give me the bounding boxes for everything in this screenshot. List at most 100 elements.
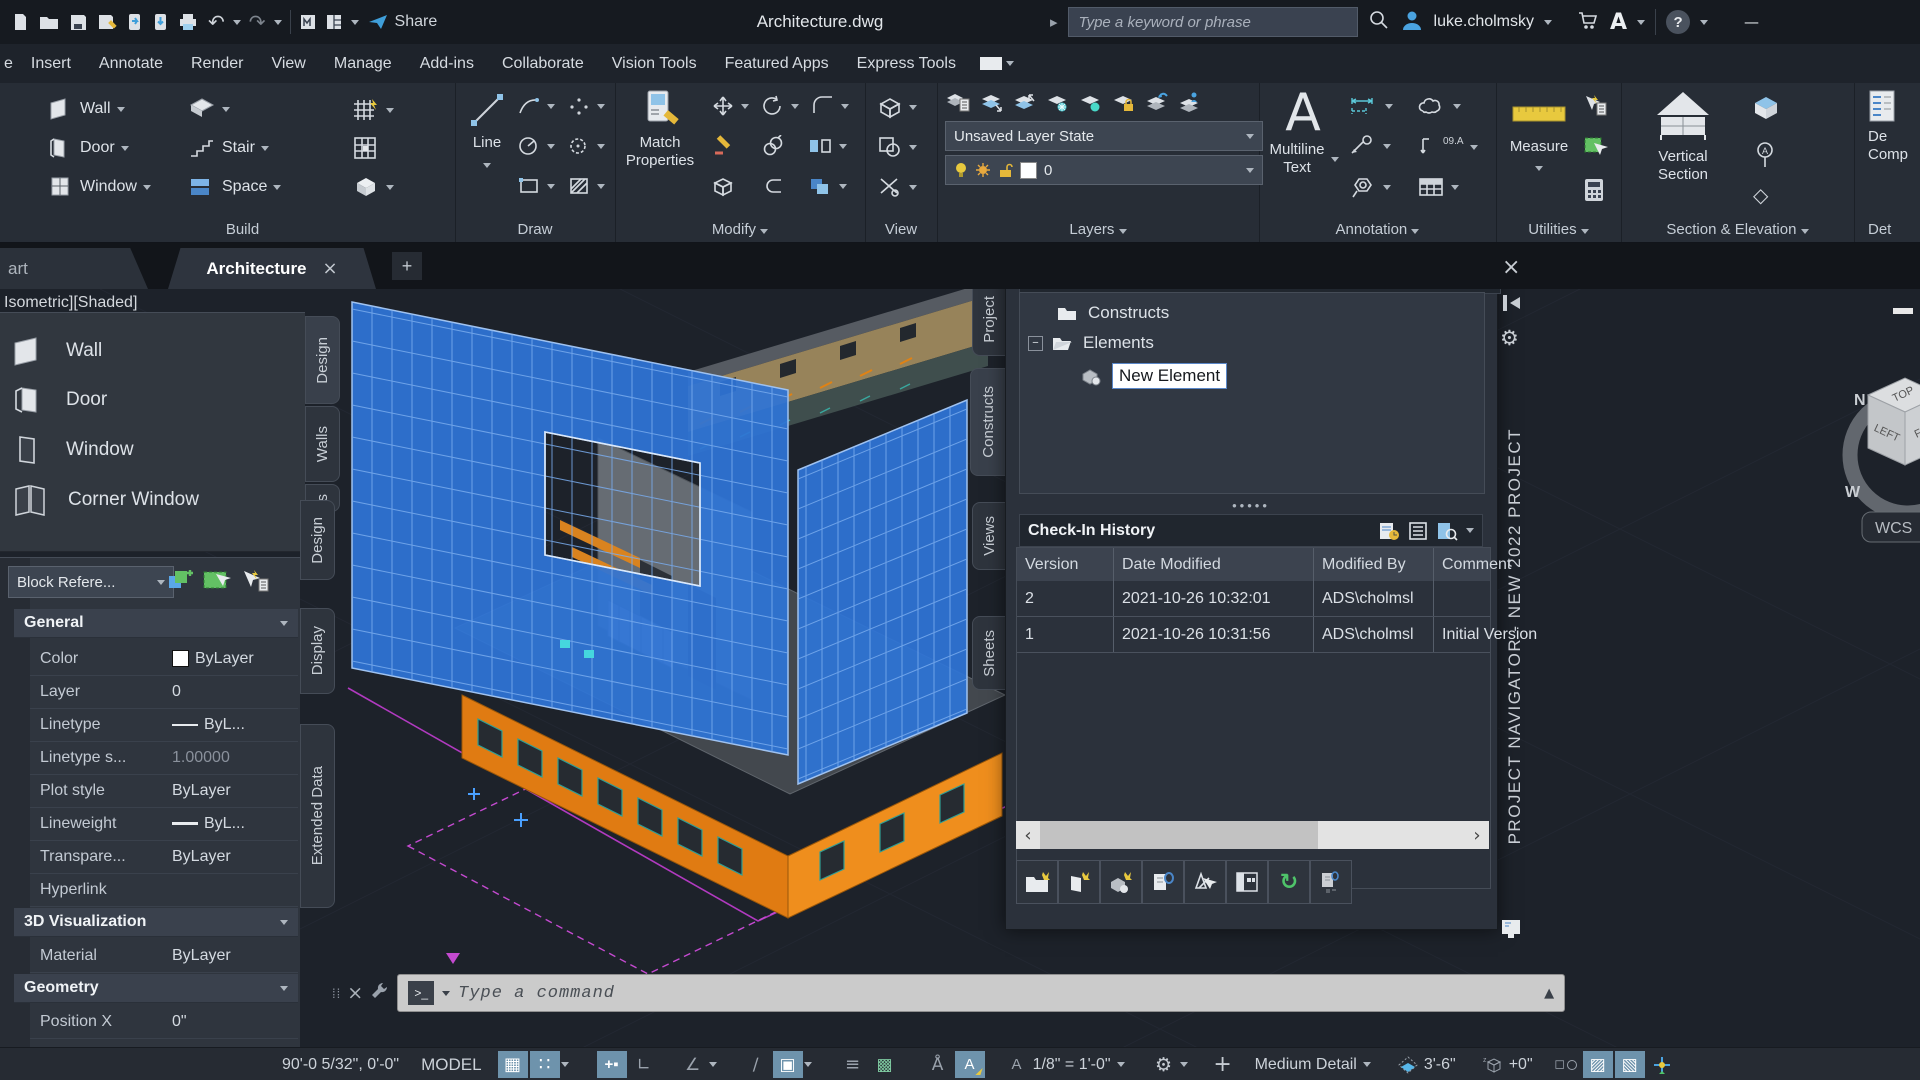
- cut-plane-icon[interactable]: [1393, 1051, 1423, 1078]
- help-icon[interactable]: ?: [1666, 10, 1690, 34]
- prop-row-layer[interactable]: Layer 0: [30, 675, 298, 709]
- properties-tab-extended-data[interactable]: Extended Data: [300, 724, 335, 908]
- layer-walk-icon[interactable]: [1178, 91, 1202, 117]
- layer-state-combo[interactable]: Unsaved Layer State: [945, 121, 1263, 151]
- grid-toggle[interactable]: [498, 1051, 528, 1078]
- column-grid-tool[interactable]: [350, 97, 394, 123]
- tab-manage[interactable]: Manage: [320, 44, 406, 83]
- model-space-button[interactable]: MODEL: [421, 1055, 481, 1075]
- panel-annotation-label[interactable]: Annotation: [1259, 221, 1496, 238]
- pn-horizontal-scrollbar[interactable]: [1016, 821, 1489, 849]
- line-tool[interactable]: Line: [463, 91, 511, 173]
- polar-tracking-toggle[interactable]: [678, 1051, 708, 1078]
- viewcube[interactable]: W N TOP LEFT FRO WCS: [1845, 308, 1920, 542]
- checkin-options-dropdown[interactable]: [1466, 528, 1474, 533]
- panel-modify-label[interactable]: Modify: [615, 221, 865, 238]
- repath-button[interactable]: [1310, 860, 1352, 904]
- panel-section-elevation-label[interactable]: Section & Elevation: [1621, 221, 1854, 238]
- pn-close-icon[interactable]: [1502, 254, 1520, 280]
- autoscale-toggle[interactable]: A: [955, 1051, 985, 1078]
- apps-dropdown[interactable]: [1637, 20, 1645, 25]
- prop-row-material[interactable]: Material ByLayer: [30, 939, 298, 973]
- annotation-monitor-toggle[interactable]: [1208, 1051, 1238, 1078]
- fillet-tool[interactable]: [811, 95, 849, 117]
- workspace-dropdown[interactable]: [1180, 1062, 1188, 1067]
- new-drawing-tab-button[interactable]: +: [392, 252, 422, 280]
- tree-item-elements[interactable]: − Elements: [1028, 333, 1154, 353]
- stair-tool[interactable]: Stair: [188, 136, 269, 160]
- new-project-button[interactable]: [1016, 860, 1058, 904]
- offset-tool[interactable]: [761, 135, 787, 157]
- select-similar-tool[interactable]: [1582, 135, 1608, 159]
- erase-tool[interactable]: [711, 135, 735, 157]
- tool-palette-tab-design[interactable]: Design: [305, 316, 340, 404]
- rectangle-tool[interactable]: [517, 175, 555, 197]
- panel-build-label[interactable]: Build: [30, 221, 455, 238]
- viewport-controls-label[interactable]: Isometric][Shaded]: [4, 294, 137, 312]
- window-tool[interactable]: Window: [48, 175, 151, 199]
- palette-properties-button[interactable]: [1226, 860, 1268, 904]
- close-drawing-tab-icon[interactable]: [323, 258, 338, 279]
- pn-properties-gear-icon[interactable]: [1500, 326, 1519, 350]
- object-snap-toggle[interactable]: [773, 1051, 803, 1078]
- door-tool[interactable]: Door: [48, 136, 129, 160]
- history-row[interactable]: 2 2021-10-26 10:32:01 ADS\cholmsl: [1017, 581, 1490, 617]
- detail-level-dropdown[interactable]: [1363, 1062, 1371, 1067]
- tab-annotate[interactable]: Annotate: [85, 44, 177, 83]
- layer-lock-fade-icon[interactable]: [1112, 91, 1136, 117]
- prop-row-color[interactable]: Color ByLayer: [30, 642, 298, 676]
- panel-details-label[interactable]: Det: [1854, 221, 1920, 238]
- enhanced-grid-tool[interactable]: [352, 136, 378, 160]
- pn-display-icon[interactable]: [1500, 918, 1526, 946]
- command-drag-handle[interactable]: ⁞⁞: [332, 986, 341, 1001]
- layer-properties-icon[interactable]: [945, 91, 971, 117]
- snap-dropdown[interactable]: [561, 1062, 569, 1067]
- palette-window-tool[interactable]: Window: [10, 434, 134, 466]
- redo-dropdown[interactable]: [274, 20, 282, 25]
- redo-button[interactable]: [249, 7, 266, 37]
- dimension-tool[interactable]: [1349, 95, 1393, 117]
- scale-dropdown[interactable]: [1117, 1062, 1125, 1067]
- roof-slab-tool[interactable]: [188, 97, 230, 121]
- match-properties-tool[interactable]: Match Properties: [621, 89, 699, 170]
- elevation-value[interactable]: +0": [1509, 1056, 1533, 1074]
- box-tool[interactable]: [352, 175, 394, 199]
- panel-layers-label[interactable]: Layers: [937, 221, 1259, 238]
- checkin-search-icon[interactable]: [1436, 521, 1458, 541]
- object-type-combo[interactable]: Block Refere...: [8, 566, 174, 598]
- section-general[interactable]: General: [14, 609, 298, 638]
- calculator-tool[interactable]: [1582, 177, 1606, 203]
- pn-splitter[interactable]: •••••: [1019, 498, 1483, 512]
- attach-element-button[interactable]: [1142, 860, 1184, 904]
- annotation-visibility-toggle[interactable]: [923, 1051, 953, 1078]
- user-dropdown[interactable]: [1544, 20, 1552, 25]
- col-version[interactable]: Version: [1017, 548, 1114, 581]
- save-to-web-button[interactable]: [152, 7, 170, 37]
- search-input[interactable]: [1068, 7, 1358, 37]
- ribbon-display-toggle[interactable]: [980, 57, 1014, 70]
- tab-featured-apps[interactable]: Featured Apps: [711, 44, 843, 83]
- ucs-tool[interactable]: [877, 135, 917, 159]
- section-box-tool[interactable]: [1749, 91, 1783, 121]
- prop-row-hyperlink[interactable]: Hyperlink: [30, 873, 298, 907]
- prop-row-lineweight[interactable]: Lineweight ByL...: [30, 807, 298, 841]
- move-tool[interactable]: [711, 95, 749, 117]
- tab-insert[interactable]: Insert: [17, 44, 85, 83]
- layer-freeze-icon[interactable]: [1046, 91, 1070, 117]
- palette-door-tool[interactable]: Door: [10, 384, 107, 416]
- palette-corner-window-tool[interactable]: Corner Window: [10, 483, 199, 517]
- pn-vertical-title[interactable]: PROJECT NAVIGATOR - NEW 2022 PROJECT: [1498, 360, 1532, 912]
- tab-express-tools[interactable]: Express Tools: [843, 44, 970, 83]
- workspace-gear-icon[interactable]: [1149, 1051, 1179, 1078]
- elevation-mark-a-tool[interactable]: A: [1753, 141, 1777, 169]
- command-input-bar[interactable]: >_ Type a command: [397, 974, 1565, 1012]
- checkin-dwg-icon[interactable]: [1378, 521, 1400, 541]
- tab-view[interactable]: View: [257, 44, 319, 83]
- tag-tool[interactable]: [1349, 175, 1391, 199]
- space-tool[interactable]: Space: [188, 175, 281, 199]
- multiline-text-tool[interactable]: Multiline Text: [1267, 85, 1339, 177]
- tree-item-constructs[interactable]: Constructs: [1056, 303, 1169, 323]
- isolate-objects-toggle[interactable]: [1551, 1051, 1581, 1078]
- checkin-list-icon[interactable]: [1408, 521, 1428, 541]
- tab-render[interactable]: Render: [177, 44, 257, 83]
